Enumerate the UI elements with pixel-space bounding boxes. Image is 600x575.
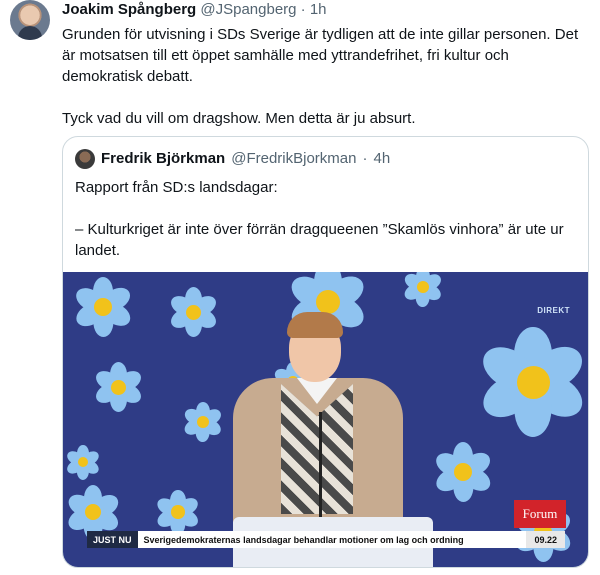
- live-label: DIREKT: [537, 306, 570, 315]
- author-name[interactable]: Joakim Spångberg: [62, 1, 196, 18]
- separator: ·: [362, 150, 368, 167]
- quoted-author-avatar[interactable]: [75, 149, 95, 169]
- quoted-header: Fredrik Björkman @FredrikBjorkman · 4h: [75, 149, 390, 169]
- flower-decoration: [71, 277, 135, 337]
- quoted-paragraph: Rapport från SD:s landsdagar:: [75, 179, 278, 196]
- ticker-time: 09.22: [526, 531, 565, 548]
- channel-badge: Forum: [514, 500, 566, 528]
- quoted-author-handle[interactable]: @FredrikBjorkman: [231, 149, 356, 169]
- quoted-text: Rapport från SD:s landsdagar: – Kulturkr…: [75, 177, 580, 261]
- tweet-time[interactable]: 1h: [310, 1, 327, 18]
- microphone: [319, 412, 322, 522]
- tweet-paragraph: Tyck vad du vill om dragshow. Men detta …: [62, 110, 416, 127]
- tweet-header: Joakim Spångberg @JSpangberg · 1h: [62, 0, 327, 20]
- flower-decoration: [64, 444, 102, 480]
- quoted-author-name[interactable]: Fredrik Björkman: [101, 149, 225, 169]
- quoted-tweet[interactable]: Fredrik Björkman @FredrikBjorkman · 4h R…: [62, 136, 589, 568]
- tweet-text: Grunden för utvisning i SDs Sverige är t…: [62, 24, 592, 129]
- ticker-headline: Sverigedemokraternas landsdagar behandla…: [143, 534, 464, 545]
- flower-decoration: [476, 327, 588, 437]
- tweet-paragraph: Grunden för utvisning i SDs Sverige är t…: [62, 26, 579, 85]
- author-handle[interactable]: @JSpangberg: [200, 1, 296, 18]
- quoted-time[interactable]: 4h: [373, 149, 390, 169]
- tweet: Joakim Spångberg @JSpangberg · 1h Grunde…: [0, 0, 600, 575]
- flower-decoration: [402, 272, 444, 307]
- news-ticker: JUST NU Sverigedemokraternas landsdagar …: [87, 531, 565, 548]
- speaker-hair: [287, 312, 343, 338]
- flower-decoration: [154, 489, 202, 535]
- ticker-label: JUST NU: [87, 531, 138, 548]
- flower-decoration: [167, 287, 219, 337]
- author-avatar[interactable]: [10, 0, 50, 40]
- quoted-paragraph: – Kulturkriget är inte över förrän dragq…: [75, 221, 564, 259]
- separator: ·: [300, 1, 306, 18]
- video-media[interactable]: DIREKT Forum JUST NU Sverigedemokraterna…: [63, 272, 588, 567]
- flower-decoration: [92, 362, 144, 412]
